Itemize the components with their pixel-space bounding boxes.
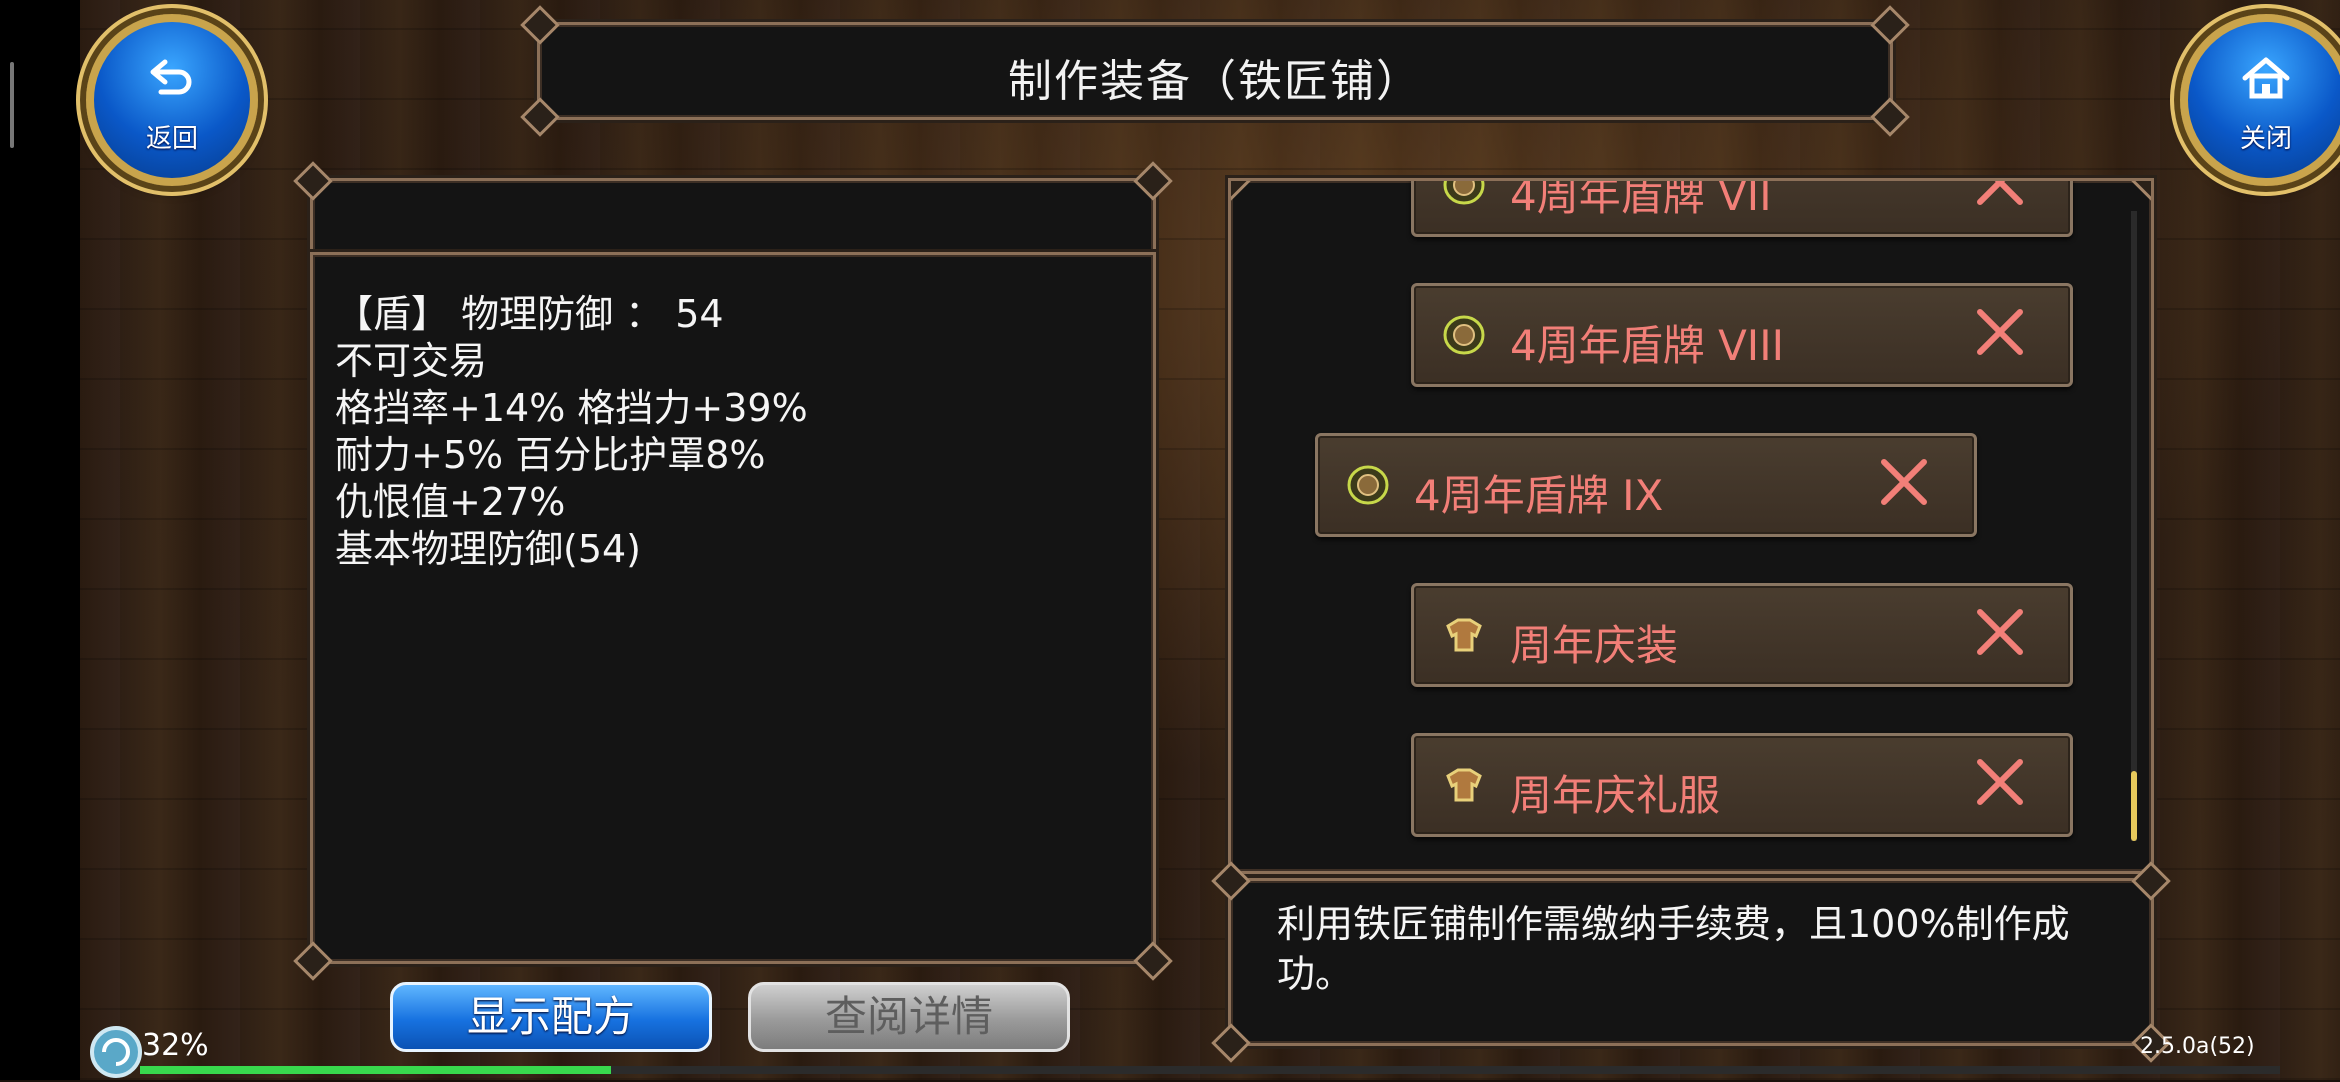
back-label: 返回 <box>145 124 198 154</box>
recipe-name: 4周年盾牌 VIII <box>1510 321 1784 370</box>
ornament <box>1231 181 1251 201</box>
close-icon <box>1977 181 2023 205</box>
stat-line: 仇恨值+27% <box>335 480 566 524</box>
scrollbar-thumb[interactable] <box>2131 771 2137 841</box>
close-icon <box>1881 459 1927 505</box>
show-recipe-button[interactable]: 显示配方 <box>390 982 712 1052</box>
stat-line: 耐力+5% 百分比护罩8% <box>335 433 766 477</box>
progress-bar <box>140 1066 2280 1074</box>
recipe-item[interactable]: 4周年盾牌 VIII <box>1411 283 2073 387</box>
view-details-button[interactable]: 查阅详情 <box>748 982 1070 1052</box>
close-icon <box>1977 309 2023 355</box>
recipe-item[interactable]: 周年庆装 <box>1411 583 2073 687</box>
version-label: 2.5.0a(52) <box>2140 1034 2255 1059</box>
system-indicator <box>10 62 14 148</box>
item-stats: 【盾】 物理防御 ： 54 不可交易 格挡率+14% 格挡力+39% 耐力+5%… <box>335 291 808 573</box>
shield-icon <box>1443 181 1485 205</box>
stat-line: 不可交易 <box>335 339 488 383</box>
back-arrow-icon <box>150 59 192 95</box>
recipe-item-selected[interactable]: 4周年盾牌 IX <box>1315 433 1977 537</box>
recipe-name: 周年庆装 <box>1510 621 1679 670</box>
close-button[interactable]: 关闭 <box>2180 14 2340 186</box>
ornament <box>2131 181 2151 201</box>
close-icon <box>1977 609 2023 655</box>
shield-icon <box>1443 315 1485 355</box>
note-panel: 利用铁匠铺制作需缴纳手续费，且100%制作成功。 <box>1211 861 2171 1063</box>
armor-icon <box>1446 618 1482 652</box>
page-title: 制作装备（铁匠铺） <box>1008 56 1422 107</box>
item-detail-panel: 【盾】 物理防御 ： 54 不可交易 格挡率+14% 格挡力+39% 耐力+5%… <box>293 252 1173 981</box>
title-bar: 制作装备（铁匠铺） <box>520 5 1910 137</box>
stat-line: 基本物理防御(54) <box>335 527 642 571</box>
swirl-icon <box>90 1026 142 1078</box>
armor-icon <box>1446 768 1482 802</box>
stat-line: 格挡率+14% 格挡力+39% <box>335 386 808 430</box>
home-icon <box>2242 57 2290 99</box>
battery-percent: 32% <box>142 1028 209 1063</box>
recipe-item[interactable]: 周年庆礼服 <box>1411 733 2073 837</box>
recipe-name: 4周年盾牌 IX <box>1414 471 1664 520</box>
shield-icon <box>1347 465 1389 505</box>
recipe-item[interactable]: 4周年盾牌 VII <box>1411 178 2073 237</box>
recipe-name: 周年庆礼服 <box>1510 771 1721 820</box>
close-label: 关闭 <box>2239 124 2292 154</box>
recipe-list-panel[interactable]: 4周年盾牌 VII 4周年盾牌 VIII 4周年盾牌 IX 周年庆装 周年庆礼服 <box>1228 178 2154 874</box>
system-edge <box>0 0 80 1080</box>
stat-line: 【盾】 物理防御 ： 54 <box>335 292 724 336</box>
back-button[interactable]: 返回 <box>86 14 258 186</box>
item-name-panel <box>293 161 1173 254</box>
recipe-name: 4周年盾牌 VII <box>1510 178 1772 220</box>
fee-note: 利用铁匠铺制作需缴纳手续费，且100%制作成功。 <box>1277 902 2070 996</box>
progress-fill <box>140 1066 611 1074</box>
close-icon <box>1977 759 2023 805</box>
list-scrollbar[interactable] <box>2131 211 2137 841</box>
